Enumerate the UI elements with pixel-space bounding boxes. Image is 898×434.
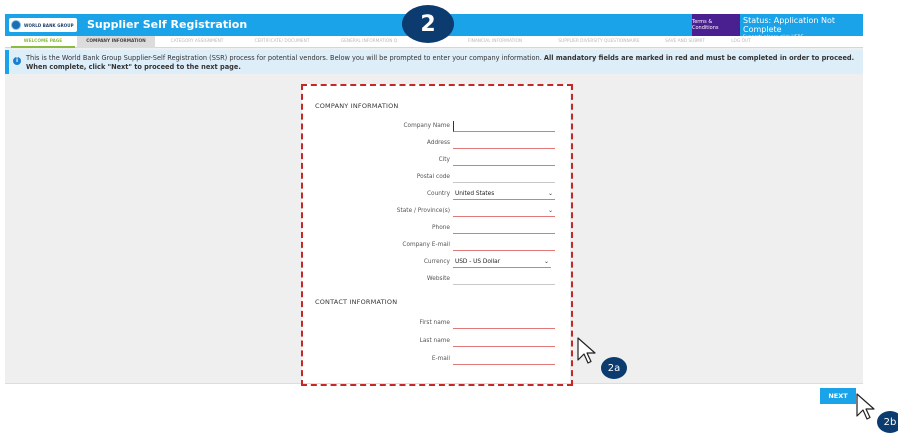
chevron-down-icon: ⌄ [547,207,553,214]
tab-supplier-diversity[interactable]: SUPPLIER DIVERSITY QUESTIONNAIRE [543,36,655,48]
country-select[interactable]: United States ⌄ [453,189,555,200]
currency-value: USD - US Dollar [455,259,501,265]
step-2a-badge: 2a [601,357,627,379]
city-label: City [438,157,450,163]
contact-section-title: CONTACT INFORMATION [315,298,398,306]
tab-certificate-document[interactable]: CERTIFICATE/ DOCUMENT [241,36,323,48]
tab-welcome-page[interactable]: WELCOME PAGE [11,36,75,48]
field-row: Postal code [302,170,570,184]
step-2b-badge: 2b [877,411,898,433]
company-name-label: Company Name [403,123,450,129]
currency-select[interactable]: USD - US Dollar ⌄ [453,257,551,268]
field-row: Address [302,136,570,150]
postal-code-input[interactable] [453,172,555,183]
field-row: Last name [302,334,570,348]
city-input[interactable] [453,155,555,166]
contact-email-input[interactable] [453,354,555,365]
tab-category-assignment[interactable]: CATEGORY ASSIGNMENT [158,36,236,48]
field-row: Company E-mail [302,238,570,252]
field-row: Website [302,272,570,286]
tab-log-out[interactable]: LOG OUT [726,36,756,48]
last-name-label: Last name [419,338,450,344]
first-name-input[interactable] [453,318,555,329]
tab-save-and-submit[interactable]: SAVE AND SUBMIT [658,36,712,48]
address-input[interactable] [453,138,555,149]
field-row: Country United States ⌄ [302,187,570,201]
info-icon: i [13,57,21,65]
state-province-label: State / Province(s) [396,208,450,214]
state-province-select[interactable]: ⌄ [453,206,555,217]
world-bank-logo[interactable]: WORLD BANK GROUP [9,18,77,32]
last-name-input[interactable] [453,336,555,347]
registration-form: COMPANY INFORMATION Company Name Address… [302,84,570,384]
first-name-label: First name [419,320,450,326]
tab-general-information[interactable]: GENERAL INFORMATION Q [328,36,410,48]
mouse-pointer-icon [856,393,875,420]
field-row: Company Name [302,119,570,133]
address-label: Address [426,140,450,146]
globe-icon [11,20,21,30]
website-input[interactable] [453,274,555,285]
company-section-title: COMPANY INFORMATION [315,102,399,110]
company-email-label: Company E-mail [402,242,450,248]
currency-label: Currency [423,259,450,265]
chevron-down-icon: ⌄ [543,258,549,265]
field-row: City [302,153,570,167]
company-name-input[interactable] [453,121,555,132]
field-row: Currency USD - US Dollar ⌄ [302,255,570,269]
info-text-main: This is the World Bank Group Supplier-Se… [26,54,542,62]
field-row: First name [302,316,570,330]
country-value: United States [455,191,495,197]
country-label: Country [426,191,450,197]
info-text-mandatory: All mandatory fields are marked in red a… [543,54,855,62]
app-title: Supplier Self Registration [87,18,248,31]
step-callout-badge: 2 [402,5,454,43]
application-status: Status: Application Not Complete [743,16,835,34]
mouse-pointer-icon [577,337,596,364]
website-label: Website [426,276,450,282]
tab-financial-information[interactable]: FINANCIAL INFORMATION [457,36,533,48]
company-email-input[interactable] [453,240,555,251]
postal-code-label: Postal code [416,174,450,180]
logo-text: WORLD BANK GROUP [24,22,74,28]
tab-company-information[interactable]: COMPANY INFORMATION [77,36,155,48]
next-button[interactable]: NEXT [820,388,856,404]
chevron-down-icon: ⌄ [547,190,553,197]
contact-email-label: E-mail [431,356,450,362]
phone-input[interactable] [453,223,555,234]
field-row: Phone [302,221,570,235]
field-row: State / Province(s) ⌄ [302,204,570,218]
info-banner: i This is the World Bank Group Supplier-… [5,50,863,74]
info-text: This is the World Bank Group Supplier-Se… [26,54,856,72]
app-window: WORLD BANK GROUP Supplier Self Registrat… [5,14,863,420]
footer-bar [5,383,863,420]
phone-label: Phone [432,225,450,231]
field-row: E-mail [302,352,570,366]
terms-conditions-button[interactable]: Terms & Conditions [692,14,740,36]
info-text-next: When complete, click "Next" to proceed t… [26,63,241,71]
